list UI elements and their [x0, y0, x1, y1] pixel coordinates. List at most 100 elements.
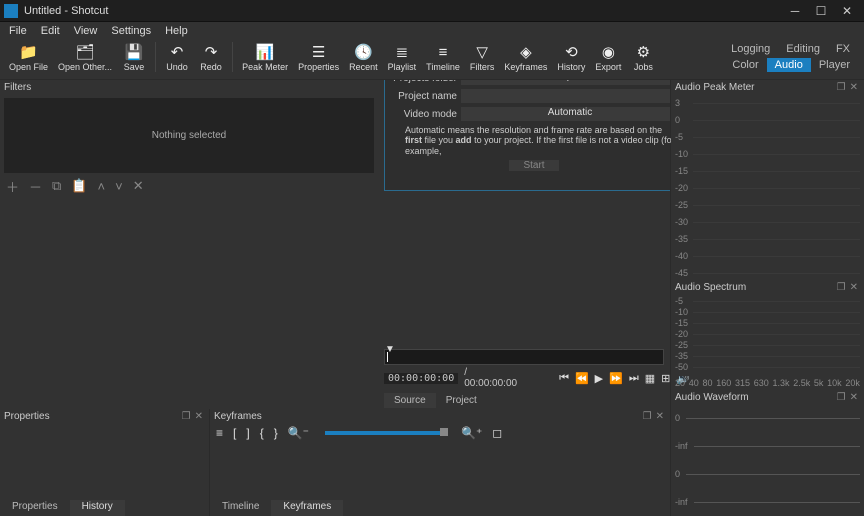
- menu-view[interactable]: View: [68, 24, 104, 38]
- db-label: -25: [675, 340, 688, 350]
- db-label: -5: [675, 296, 683, 306]
- timeline-button[interactable]: ≡Timeline: [423, 42, 463, 72]
- player-tab-project[interactable]: Project: [436, 393, 487, 408]
- zoom-icon[interactable]: ▦: [645, 372, 655, 385]
- playlist-icon: ≣: [392, 42, 412, 62]
- player-tab-source[interactable]: Source: [384, 393, 436, 408]
- recent-icon: 🕓: [353, 42, 373, 62]
- keyframes-button[interactable]: ◈Keyframes: [501, 42, 550, 72]
- video-mode-select[interactable]: Automatic: [461, 107, 679, 121]
- rewind-icon[interactable]: ⏪: [575, 372, 589, 385]
- history-button[interactable]: ⟲History: [554, 42, 588, 72]
- close-panel-icon[interactable]: ✕: [193, 411, 205, 422]
- menu-help[interactable]: Help: [159, 24, 194, 38]
- open-file-button[interactable]: 📁Open File: [6, 42, 51, 72]
- db-label: -25: [675, 200, 688, 210]
- minimize-button[interactable]: ─: [782, 1, 808, 21]
- db-label: -35: [675, 234, 688, 244]
- brace-close-icon[interactable]: }: [274, 426, 278, 440]
- tab-audio[interactable]: Audio: [767, 58, 811, 72]
- tab-editing[interactable]: Editing: [778, 42, 828, 56]
- properties-button[interactable]: ☰Properties: [295, 42, 342, 72]
- db-label: 0: [675, 115, 680, 125]
- close-panel-icon[interactable]: ✕: [848, 282, 860, 293]
- remove-filter-icon[interactable]: －: [29, 177, 42, 196]
- menu-settings[interactable]: Settings: [105, 24, 157, 38]
- bracket-close-icon[interactable]: ]: [246, 426, 249, 440]
- grid-icon[interactable]: ⊞: [661, 372, 670, 385]
- paste-filter-icon[interactable]: 📋: [71, 178, 87, 194]
- tab-fx[interactable]: FX: [828, 42, 858, 56]
- bottom-tab-properties[interactable]: Properties: [0, 500, 70, 516]
- recent-button[interactable]: 🕓Recent: [346, 42, 381, 72]
- bottom-tab-timeline[interactable]: Timeline: [210, 500, 271, 516]
- bottom-tab-history[interactable]: History: [70, 500, 125, 516]
- copy-filter-icon[interactable]: ⧉: [52, 178, 61, 194]
- undock-icon[interactable]: ❐: [835, 282, 848, 293]
- close-panel-icon[interactable]: ✕: [848, 392, 860, 403]
- player-area: ▼ 00:00:00:00 / 00:00:00:00 ⏮ ⏪ ▶ ⏩ ⏭ ▦ …: [0, 349, 670, 409]
- spectrum-freq-axis: 2040801603156301.3k2.5k5k10k20k: [671, 376, 864, 390]
- start-button[interactable]: Start: [509, 160, 558, 171]
- menu-edit[interactable]: Edit: [35, 24, 66, 38]
- db-label: 3: [675, 98, 680, 108]
- zoom-slider[interactable]: [325, 431, 445, 435]
- maximize-button[interactable]: ☐: [808, 1, 834, 21]
- audio-peak-panel: Audio Peak Meter❐✕ 30-5-10-15-20-25-30-3…: [671, 80, 864, 280]
- save-button[interactable]: 💾Save: [119, 42, 149, 72]
- audio-waveform-title: Audio Waveform: [675, 392, 749, 403]
- zoom-in-icon[interactable]: 🔍⁺: [461, 426, 482, 440]
- close-panel-icon[interactable]: ✕: [848, 82, 860, 93]
- timecode-current[interactable]: 00:00:00:00: [384, 373, 458, 384]
- bottom-tab-keyframes[interactable]: Keyframes: [271, 500, 343, 516]
- keyframes-title: Keyframes: [214, 411, 262, 422]
- undock-icon[interactable]: ❐: [180, 411, 193, 422]
- export-button[interactable]: ◉Export: [592, 42, 624, 72]
- db-label: -15: [675, 318, 688, 328]
- close-button[interactable]: ✕: [834, 1, 860, 21]
- undock-icon[interactable]: ❐: [835, 82, 848, 93]
- redo-button[interactable]: ↷Redo: [196, 42, 226, 72]
- tab-player[interactable]: Player: [811, 58, 858, 72]
- move-down-icon[interactable]: ˅: [115, 179, 123, 194]
- filters-title: Filters: [4, 82, 31, 93]
- undo-button[interactable]: ↶Undo: [162, 42, 192, 72]
- audio-waveform-panel: Audio Waveform❐✕ 0-inf0-inf: [671, 390, 864, 516]
- properties-title: Properties: [4, 411, 50, 422]
- undock-icon[interactable]: ❐: [835, 392, 848, 403]
- project-name-field[interactable]: [461, 89, 679, 103]
- main-toolbar: 📁Open File 🗂Open Other... 💾Save ↶Undo ↷R…: [0, 40, 864, 80]
- title-bar: Untitled - Shotcut ─ ☐ ✕: [0, 0, 864, 22]
- tab-logging[interactable]: Logging: [723, 42, 778, 56]
- tab-color[interactable]: Color: [724, 58, 766, 72]
- skip-end-icon[interactable]: ⏭: [629, 372, 639, 385]
- menu-icon[interactable]: ≡: [216, 426, 223, 440]
- jobs-button[interactable]: ⚙Jobs: [628, 42, 658, 72]
- deselect-icon[interactable]: ✕: [133, 178, 144, 194]
- menu-file[interactable]: File: [3, 24, 33, 38]
- add-filter-icon[interactable]: ＋: [6, 177, 19, 196]
- open-other-button[interactable]: 🗂Open Other...: [55, 42, 115, 72]
- undock-icon[interactable]: ❐: [641, 411, 654, 422]
- playlist-button[interactable]: ≣Playlist: [385, 42, 420, 72]
- skip-start-icon[interactable]: ⏮: [559, 372, 569, 385]
- open-file-icon: 📁: [19, 42, 39, 62]
- play-icon[interactable]: ▶: [595, 372, 603, 385]
- db-label: -10: [675, 307, 688, 317]
- move-up-icon[interactable]: ˄: [98, 179, 106, 194]
- zoom-out-icon[interactable]: 🔍⁻: [288, 426, 309, 440]
- fast-forward-icon[interactable]: ⏩: [609, 372, 623, 385]
- player-scrubber[interactable]: ▼: [384, 349, 664, 365]
- zoom-fit-icon[interactable]: ◻: [492, 426, 502, 440]
- export-icon: ◉: [598, 42, 618, 62]
- projects-folder-field[interactable]: ...sers/lp/Videos: [461, 80, 679, 85]
- app-icon: [4, 4, 18, 18]
- close-panel-icon[interactable]: ✕: [654, 411, 666, 422]
- peak-meter-button[interactable]: 📊Peak Meter: [239, 42, 291, 72]
- brace-open-icon[interactable]: {: [260, 426, 264, 440]
- audio-peak-title: Audio Peak Meter: [675, 82, 755, 93]
- toolbar-separator: [155, 42, 156, 72]
- filters-button[interactable]: ▽Filters: [467, 42, 498, 72]
- db-label: -40: [675, 251, 688, 261]
- bracket-open-icon[interactable]: [: [233, 426, 236, 440]
